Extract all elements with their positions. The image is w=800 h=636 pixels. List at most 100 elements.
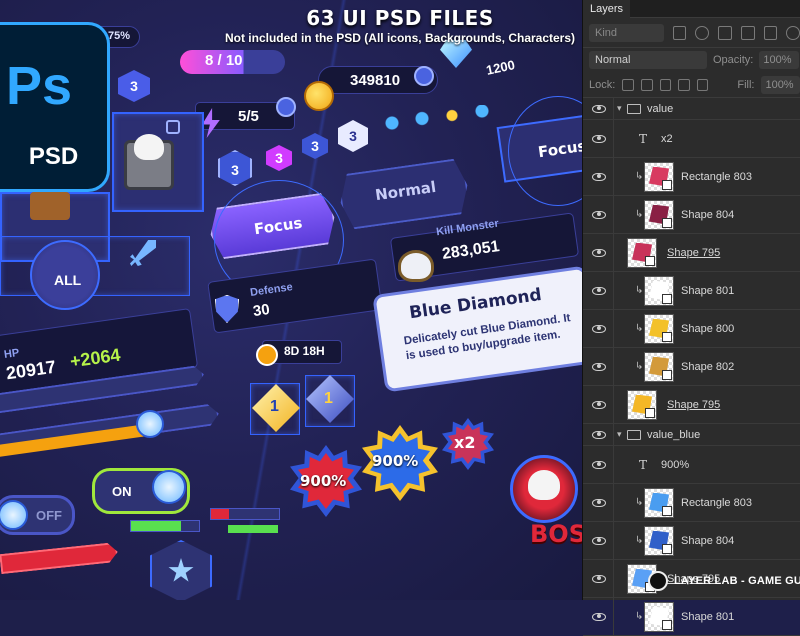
vector-mask-icon xyxy=(662,331,672,342)
visibility-eye-icon[interactable] xyxy=(592,574,606,583)
filter-toggle-icon[interactable] xyxy=(786,25,800,40)
divider xyxy=(613,310,614,347)
layer-row[interactable]: ↳ Shape 801 xyxy=(583,272,800,310)
divider xyxy=(613,446,614,483)
visibility-eye-icon[interactable] xyxy=(592,362,606,371)
lock-position-icon[interactable] xyxy=(659,78,672,91)
layer-row[interactable]: T 900% xyxy=(583,446,800,484)
layer-name: 900% xyxy=(661,458,690,471)
lock-artboard-icon[interactable] xyxy=(678,78,690,91)
filter-row: Kind xyxy=(583,18,800,48)
treasure-chest-icon xyxy=(30,192,70,220)
divider xyxy=(613,272,614,309)
layer-thumbnail xyxy=(644,275,674,306)
visibility-eye-icon[interactable] xyxy=(592,210,606,219)
clipping-mask-icon: ↳ xyxy=(635,171,644,182)
vector-mask-icon xyxy=(645,255,655,266)
banner-subtitle: Not included in the PSD (All icons, Back… xyxy=(224,31,576,45)
layer-row[interactable]: ↳ Shape 802 xyxy=(583,348,800,386)
layer-thumbnail xyxy=(644,313,674,344)
divider xyxy=(613,386,614,423)
tab-layers[interactable]: Layers xyxy=(583,0,631,18)
ps-letters: Ps xyxy=(6,56,73,116)
clipping-mask-icon: ↳ xyxy=(635,611,644,622)
visibility-eye-icon[interactable] xyxy=(592,324,606,333)
layer-row[interactable]: ↳ Rectangle 803 xyxy=(583,484,800,522)
layerlab-logo-icon xyxy=(648,571,668,591)
layer-name: Shape 795 xyxy=(667,398,721,411)
divider xyxy=(613,484,614,521)
clipping-mask-icon: ↳ xyxy=(635,535,644,546)
promo-banner: 63 UI PSD FILES Not included in the PSD … xyxy=(215,6,582,45)
visibility-eye-icon[interactable] xyxy=(592,286,606,295)
visibility-eye-icon[interactable] xyxy=(592,248,606,257)
mini-bar-green-2 xyxy=(228,525,278,533)
layer-row[interactable]: ↳ Shape 800 xyxy=(583,310,800,348)
fill-field[interactable]: 100% xyxy=(761,75,800,94)
kill-skull-icon xyxy=(398,250,434,282)
divider xyxy=(613,424,614,445)
layer-row[interactable]: Shape 795 xyxy=(583,386,800,424)
visibility-eye-icon[interactable] xyxy=(592,104,606,113)
opacity-field[interactable]: 100% xyxy=(759,51,800,69)
adjustment-filter-icon[interactable] xyxy=(695,25,710,40)
mini-bar-green-fill xyxy=(131,521,181,531)
hp-label: HP xyxy=(3,346,21,362)
type-filter-icon[interactable] xyxy=(718,25,732,40)
vector-mask-icon xyxy=(662,217,672,228)
coins-value: 349810 xyxy=(350,72,401,89)
lock-all-icon[interactable] xyxy=(696,78,709,91)
layer-row[interactable]: ▾ value xyxy=(583,98,800,120)
opacity-label: Opacity: xyxy=(713,54,754,66)
visibility-eye-icon[interactable] xyxy=(592,612,606,621)
visibility-eye-icon[interactable] xyxy=(592,536,606,545)
shape-filter-icon[interactable] xyxy=(740,25,755,40)
all-tab-label: ALL xyxy=(54,272,82,288)
blend-mode-select[interactable]: Normal xyxy=(589,51,707,69)
vector-mask-icon xyxy=(662,179,672,190)
clipping-mask-icon: ↳ xyxy=(635,361,644,372)
lock-image-icon[interactable] xyxy=(640,78,653,91)
layer-thumbnail xyxy=(644,601,674,632)
layer-thumbnail xyxy=(644,525,674,556)
visibility-eye-icon[interactable] xyxy=(592,134,606,143)
divider xyxy=(613,522,614,559)
fill-label: Fill: xyxy=(737,78,755,91)
layer-name: Shape 801 xyxy=(681,284,735,297)
timer-value: 8D 18H xyxy=(284,344,325,358)
layer-row[interactable]: ↳ Rectangle 803 xyxy=(583,158,800,196)
small-gem-icons xyxy=(380,105,500,135)
layer-row[interactable]: ▾ value_blue xyxy=(583,424,800,446)
text-layer-icon: T xyxy=(639,457,648,472)
chevron-down-icon[interactable]: ▾ xyxy=(617,103,622,114)
energy-value: 5/5 xyxy=(238,108,259,125)
visibility-eye-icon[interactable] xyxy=(592,172,606,181)
divider xyxy=(613,158,614,195)
layer-thumbnail xyxy=(644,199,674,230)
vector-mask-icon xyxy=(662,369,672,380)
progress-knob[interactable] xyxy=(136,410,164,438)
visibility-eye-icon[interactable] xyxy=(592,460,606,469)
visibility-eye-icon[interactable] xyxy=(592,400,606,409)
toggle-on-label: ON xyxy=(112,484,132,499)
layer-row[interactable]: Shape 795 xyxy=(583,234,800,272)
layer-row[interactable]: ↳ Shape 801 xyxy=(583,598,800,636)
x2-burst-label: x2 xyxy=(454,433,476,452)
smart-object-filter-icon[interactable] xyxy=(763,25,778,40)
ticket-1-count: 1 xyxy=(270,398,279,415)
psd-caption: PSD xyxy=(28,143,79,170)
visibility-eye-icon[interactable] xyxy=(592,430,606,439)
layer-row[interactable]: Tx2 xyxy=(583,120,800,158)
visibility-eye-icon[interactable] xyxy=(592,498,606,507)
layer-row[interactable]: ↳ Shape 804 xyxy=(583,522,800,560)
kind-filter-select[interactable]: Kind xyxy=(589,23,664,42)
watermark-text: LAYER LAB - GAME GUI xyxy=(674,575,800,587)
divider xyxy=(613,120,614,157)
lock-transparent-icon[interactable] xyxy=(622,78,634,91)
add-coins-button[interactable] xyxy=(414,66,434,86)
chevron-down-icon[interactable]: ▾ xyxy=(617,429,622,440)
pixel-filter-icon[interactable] xyxy=(672,25,687,40)
add-energy-button[interactable] xyxy=(276,97,296,117)
layer-row[interactable]: ↳ Shape 804 xyxy=(583,196,800,234)
banner-title: 63 UI PSD FILES xyxy=(306,6,494,30)
